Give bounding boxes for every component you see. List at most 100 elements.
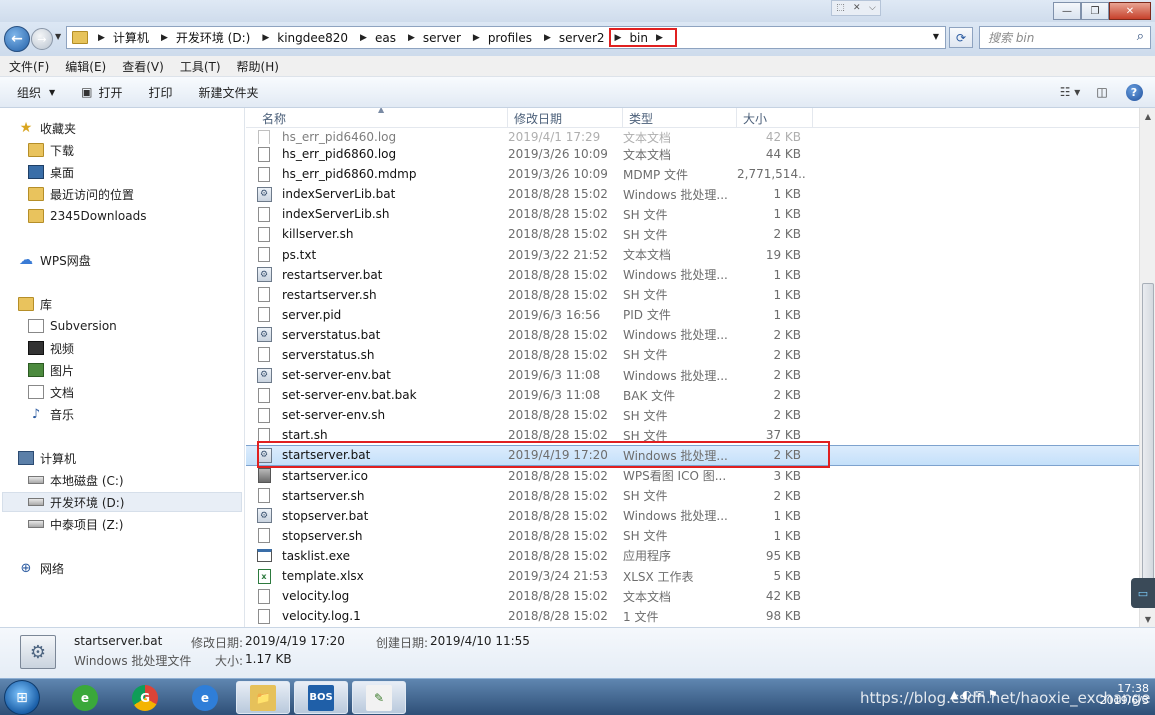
taskbar-app-notepad[interactable]: ✎: [352, 681, 406, 714]
video-icon: [28, 341, 44, 355]
file-row[interactable]: stopserver.sh 2018/8/28 15:02 SH 文件 1 KB: [246, 526, 1139, 546]
menu-view[interactable]: 查看(V): [122, 58, 164, 75]
breadcrumb-computer[interactable]: ▶ 计算机: [88, 27, 151, 48]
breadcrumb-eas[interactable]: ▶ eas: [350, 27, 398, 48]
nav-drive-d[interactable]: 开发环境 (D:): [2, 492, 242, 512]
file-row[interactable]: serverstatus.sh 2018/8/28 15:02 SH 文件 2 KB: [246, 345, 1139, 365]
taskbar-app-chrome[interactable]: G: [118, 681, 172, 714]
file-row[interactable]: restartserver.sh 2018/8/28 15:02 SH 文件 1 KB: [246, 285, 1139, 305]
forward-button[interactable]: →: [31, 28, 53, 50]
chevron-down-icon[interactable]: ⌵: [869, 3, 876, 13]
column-type[interactable]: 类型: [623, 108, 737, 128]
back-button[interactable]: ←: [4, 26, 30, 52]
file-row[interactable]: set-server-env.bat.bak 2019/6/3 11:08 BAK …: [246, 385, 1139, 405]
organize-button[interactable]: 组织 ▼: [17, 84, 55, 101]
restore-small-icon[interactable]: ⬚: [836, 3, 845, 13]
taskbar-app-browser-green[interactable]: e: [58, 681, 112, 714]
nav-pictures[interactable]: 图片: [28, 360, 74, 380]
file-size: 1 KB: [773, 287, 801, 302]
preview-pane-button[interactable]: ◫: [1089, 82, 1115, 102]
nav-favorites[interactable]: ★ 收藏夹: [18, 118, 76, 138]
text-file-icon: [246, 226, 282, 242]
vertical-scrollbar[interactable]: ▲ ▼: [1139, 108, 1155, 627]
file-type: SH 文件: [623, 529, 668, 544]
breadcrumb-drive-d[interactable]: ▶ 开发环境 (D:): [151, 27, 252, 48]
nav-network[interactable]: ⊕ 网络: [18, 558, 64, 578]
scroll-down-icon[interactable]: ▼: [1140, 611, 1155, 627]
file-row[interactable]: x template.xlsx 2019/3/24 21:53 XLSX 工作表 5 K…: [246, 566, 1139, 586]
menu-tools[interactable]: 工具(T): [180, 58, 221, 75]
file-row[interactable]: hs_err_pid6860.mdmp 2019/3/26 10:09 MDMP 文…: [246, 164, 1139, 184]
breadcrumb-server[interactable]: ▶ server: [398, 27, 463, 48]
close-small-icon[interactable]: ✕: [853, 3, 861, 13]
address-dropdown-icon[interactable]: ▼: [933, 32, 939, 41]
file-row[interactable]: ⚙ stopserver.bat 2018/8/28 15:02 Windows 批处…: [246, 506, 1139, 526]
file-row[interactable]: velocity.log 2018/8/28 15:02 文本文档 42 KB: [246, 586, 1139, 606]
nav-label: 中泰项目 (Z:): [50, 517, 124, 532]
nav-recent[interactable]: 最近访问的位置: [28, 184, 134, 204]
breadcrumb-kingdee820[interactable]: ▶ kingdee820: [252, 27, 350, 48]
column-name[interactable]: ▲ 名称: [246, 108, 508, 128]
file-row[interactable]: killserver.sh 2018/8/28 15:02 SH 文件 2 KB: [246, 224, 1139, 244]
column-size[interactable]: 大小: [737, 108, 813, 128]
start-button[interactable]: ⊞: [4, 680, 40, 715]
breadcrumb-server2[interactable]: ▶ server2: [534, 27, 607, 48]
file-row[interactable]: ⚙ indexServerLib.bat 2018/8/28 15:02 Window…: [246, 184, 1139, 204]
open-button[interactable]: ▣ 打开: [81, 84, 122, 101]
nav-drive-c[interactable]: 本地磁盘 (C:): [28, 470, 124, 490]
nav-downloads[interactable]: 下载: [28, 140, 74, 160]
search-icon[interactable]: ⌕: [1137, 29, 1144, 44]
address-bar[interactable]: ▶ 计算机 ▶ 开发环境 (D:) ▶ kingdee820 ▶ eas ▶ server…: [66, 26, 946, 49]
menu-help[interactable]: 帮助(H): [237, 58, 279, 75]
search-input[interactable]: 搜索 bin ⌕: [979, 26, 1151, 49]
nav-desktop[interactable]: 桌面: [28, 162, 74, 182]
file-row[interactable]: tasklist.exe 2018/8/28 15:02 应用程序 95 KB: [246, 546, 1139, 566]
file-row[interactable]: startserver.ico 2018/8/28 15:02 WPS看图 ICO …: [246, 466, 1139, 486]
file-row[interactable]: ⚙ set-server-env.bat 2019/6/3 11:08 Windows…: [246, 365, 1139, 385]
close-button[interactable]: ✕: [1109, 2, 1151, 20]
file-row[interactable]: start.sh 2018/8/28 15:02 SH 文件 37 KB: [246, 425, 1139, 445]
scroll-thumb[interactable]: [1142, 283, 1154, 603]
refresh-button[interactable]: ⟳: [949, 27, 973, 48]
minimize-button[interactable]: —: [1053, 2, 1081, 20]
taskbar-app-bos[interactable]: BOS: [294, 681, 348, 714]
nav-wps-cloud[interactable]: ☁ WPS网盘: [18, 250, 91, 270]
nav-subversion[interactable]: Subversion: [28, 316, 117, 336]
view-options-button[interactable]: ☷ ▾: [1057, 82, 1083, 102]
file-row[interactable]: startserver.sh 2018/8/28 15:02 SH 文件 2 KB: [246, 486, 1139, 506]
file-row-selected[interactable]: ⚙ startserver.bat 2019/4/19 17:20 Windows 批…: [246, 445, 1139, 466]
history-dropdown-icon[interactable]: ▼: [55, 32, 61, 41]
file-row-partial[interactable]: hs_err_pid6460.log 2019/4/1 17:29 文本文档 4…: [246, 130, 1139, 144]
menu-edit[interactable]: 编辑(E): [65, 58, 106, 75]
menu-file[interactable]: 文件(F): [9, 58, 49, 75]
file-row[interactable]: server.pid 2019/6/3 16:56 PID 文件 1 KB: [246, 305, 1139, 325]
new-folder-button[interactable]: 新建文件夹: [199, 84, 259, 101]
nav-videos[interactable]: 视频: [28, 338, 74, 358]
nav-documents[interactable]: 文档: [28, 382, 74, 402]
nav-music[interactable]: ♪ 音乐: [28, 404, 74, 424]
nav-computer[interactable]: 计算机: [18, 448, 76, 468]
taskbar-app-explorer[interactable]: 📁: [236, 681, 290, 714]
column-date[interactable]: 修改日期: [508, 108, 623, 128]
nav-libraries[interactable]: 库: [18, 294, 52, 314]
taskbar-app-ie[interactable]: e: [178, 681, 232, 714]
maximize-button[interactable]: ❐: [1081, 2, 1109, 20]
file-row[interactable]: hs_err_pid6860.log 2019/3/26 10:09 文本文档 44 …: [246, 144, 1139, 164]
print-button[interactable]: 打印: [149, 84, 173, 101]
file-row[interactable]: indexServerLib.sh 2018/8/28 15:02 SH 文件 1 K…: [246, 204, 1139, 224]
scroll-up-icon[interactable]: ▲: [1140, 108, 1155, 124]
batch-file-icon: ⚙: [20, 635, 56, 669]
file-row[interactable]: ⚙ serverstatus.bat 2018/8/28 15:02 Windows …: [246, 325, 1139, 345]
help-button[interactable]: ?: [1121, 82, 1147, 102]
file-row[interactable]: set-server-env.sh 2018/8/28 15:02 SH 文件 2 K…: [246, 405, 1139, 425]
file-row[interactable]: velocity.log.1 2018/8/28 15:02 1 文件 98 KB: [246, 606, 1139, 626]
side-gadget-icon[interactable]: ▭: [1131, 578, 1155, 608]
nav-drive-z[interactable]: 中泰项目 (Z:): [28, 514, 123, 534]
file-row[interactable]: ps.txt 2019/3/22 21:52 文本文档 19 KB: [246, 244, 1139, 264]
breadcrumb-profiles[interactable]: ▶ profiles: [463, 27, 534, 48]
mini-window-controls[interactable]: ⬚ ✕ ⌵: [831, 0, 881, 16]
details-size-value: 1.17 KB: [245, 652, 292, 666]
breadcrumb-bin[interactable]: ▶ bin ▶: [608, 28, 677, 47]
file-row[interactable]: ⚙ restartserver.bat 2018/8/28 15:02 Windows…: [246, 265, 1139, 285]
nav-2345downloads[interactable]: 2345Downloads: [28, 206, 146, 226]
